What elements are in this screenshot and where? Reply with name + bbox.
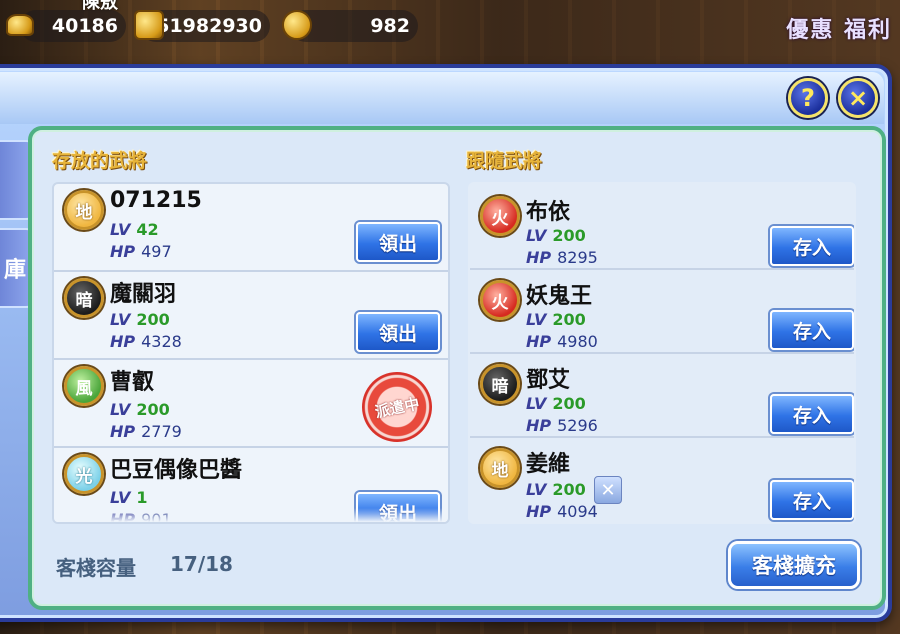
close-icon: × xyxy=(847,84,869,112)
hp-line: HP 4328 xyxy=(110,332,182,351)
earth-element-icon: 地 xyxy=(480,448,520,488)
level-value: 200 xyxy=(552,480,586,499)
fire-element-icon: 火 xyxy=(480,280,520,320)
deposit-button[interactable]: 存入 xyxy=(770,480,854,520)
capacity-value: 17/18 xyxy=(170,552,233,576)
hp-value: 8295 xyxy=(557,248,598,267)
list-item: 風 曹叡 LV 200 HP 2779 派遣中 xyxy=(54,360,448,449)
general-name: 魔關羽 xyxy=(110,282,177,307)
level-line: LV 1 xyxy=(110,488,148,507)
list-item: 地 071215 LV 42 HP 497 領出 xyxy=(54,184,448,272)
earth-element-icon: 地 xyxy=(64,190,104,230)
level-key: LV xyxy=(526,480,547,499)
level-line: LV 200 xyxy=(110,400,170,419)
window-header xyxy=(0,72,884,124)
general-name: 妖鬼王 xyxy=(526,284,593,309)
hp-value: 4980 xyxy=(557,332,598,351)
hp-key: HP xyxy=(526,248,552,267)
following-generals-list[interactable]: 火 布依 LV 200 HP 8295 存入 火 妖鬼王 LV 200 HP 4980 … xyxy=(468,182,856,524)
deposit-button[interactable]: 存入 xyxy=(770,394,854,434)
level-value: 200 xyxy=(552,310,586,329)
hp-value: 4094 xyxy=(557,502,598,521)
hp-key: HP xyxy=(526,332,552,351)
diamond-icon xyxy=(282,10,312,40)
list-scroll-fade xyxy=(54,508,448,522)
hp-line: HP 5296 xyxy=(526,416,598,435)
level-key: LV xyxy=(110,310,131,329)
diamond-value: 982 xyxy=(370,15,410,37)
hp-key: HP xyxy=(110,242,136,261)
level-line: LV 200 xyxy=(110,310,170,329)
level-value: 200 xyxy=(552,226,586,245)
list-item: 地 姜維 LV 200 ✕ HP 4094 存入 xyxy=(470,438,854,522)
level-value: 42 xyxy=(136,220,159,239)
gold-ingot-value: 40186 xyxy=(51,15,118,37)
stored-generals-list[interactable]: 地 071215 LV 42 HP 497 領出 暗 魔關羽 LV 200 HP 432… xyxy=(52,182,450,524)
withdraw-button[interactable]: 領出 xyxy=(356,312,440,352)
stored-generals-title: 存放的武將 xyxy=(52,150,148,172)
coin-value: 51982930 xyxy=(156,15,262,37)
question-mark-icon: ? xyxy=(801,84,815,112)
level-line: LV 200 xyxy=(526,480,586,499)
capacity-label: 客棧容量 xyxy=(56,556,136,580)
top-resource-bar: 陳敖 40186 51982930 982 優惠 福利 xyxy=(0,0,900,60)
list-item: 暗 魔關羽 LV 200 HP 4328 領出 xyxy=(54,272,448,360)
hp-value: 4328 xyxy=(141,332,182,351)
general-name: 布依 xyxy=(526,200,571,225)
hp-line: HP 8295 xyxy=(526,248,598,267)
dark-element-icon: 暗 xyxy=(480,364,520,404)
following-generals-title: 跟隨武將 xyxy=(466,150,543,172)
level-key: LV xyxy=(110,400,131,419)
level-key: LV xyxy=(110,220,131,239)
general-name: 071215 xyxy=(110,188,202,213)
close-button[interactable]: × xyxy=(838,78,878,118)
hp-key: HP xyxy=(110,422,136,441)
general-name: 鄧艾 xyxy=(526,368,571,393)
general-name: 曹叡 xyxy=(110,370,155,395)
level-key: LV xyxy=(526,226,547,245)
crossed-swords-icon: ✕ xyxy=(594,476,622,504)
withdraw-button[interactable]: 領出 xyxy=(356,222,440,262)
level-line: LV 200 xyxy=(526,310,586,329)
hp-key: HP xyxy=(526,416,552,435)
level-key: LV xyxy=(110,488,131,507)
level-value: 200 xyxy=(136,400,170,419)
level-key: LV xyxy=(526,394,547,413)
deposit-button[interactable]: 存入 xyxy=(770,226,854,266)
list-item: 暗 鄧艾 LV 200 HP 5296 存入 xyxy=(470,354,854,438)
hp-line: HP 497 xyxy=(110,242,172,261)
gold-ingot-counter: 40186 xyxy=(20,10,126,42)
general-name: 巴豆偶像巴醬 xyxy=(110,458,243,483)
hp-key: HP xyxy=(110,332,136,351)
light-element-icon: 光 xyxy=(64,454,104,494)
dark-element-icon: 暗 xyxy=(64,278,104,318)
level-key: LV xyxy=(526,310,547,329)
coin-icon xyxy=(134,10,164,40)
level-line: LV 42 xyxy=(110,220,159,239)
fire-element-icon: 火 xyxy=(480,196,520,236)
level-value: 200 xyxy=(552,394,586,413)
list-item: 火 妖鬼王 LV 200 HP 4980 存入 xyxy=(470,270,854,354)
gold-ingot-icon xyxy=(6,14,34,36)
wind-element-icon: 風 xyxy=(64,366,104,406)
hp-value: 5296 xyxy=(557,416,598,435)
hp-line: HP 2779 xyxy=(110,422,182,441)
hp-key: HP xyxy=(526,502,552,521)
level-value: 1 xyxy=(136,488,148,507)
hp-value: 497 xyxy=(141,242,172,261)
general-name: 姜維 xyxy=(526,452,571,477)
level-line: LV 200 xyxy=(526,226,586,245)
deposit-button[interactable]: 存入 xyxy=(770,310,854,350)
top-right-menu-labels[interactable]: 優惠 福利 xyxy=(786,12,892,44)
hp-line: HP 4094 xyxy=(526,502,598,521)
level-value: 200 xyxy=(136,310,170,329)
dispatched-stamp: 派遣中 xyxy=(355,365,439,449)
help-button[interactable]: ? xyxy=(788,78,828,118)
expand-inn-button[interactable]: 客棧擴充 xyxy=(728,541,860,589)
level-line: LV 200 xyxy=(526,394,586,413)
list-item: 火 布依 LV 200 HP 8295 存入 xyxy=(470,184,854,270)
hp-value: 2779 xyxy=(141,422,182,441)
hp-line: HP 4980 xyxy=(526,332,598,351)
side-tab-label: 庫 xyxy=(3,258,26,283)
